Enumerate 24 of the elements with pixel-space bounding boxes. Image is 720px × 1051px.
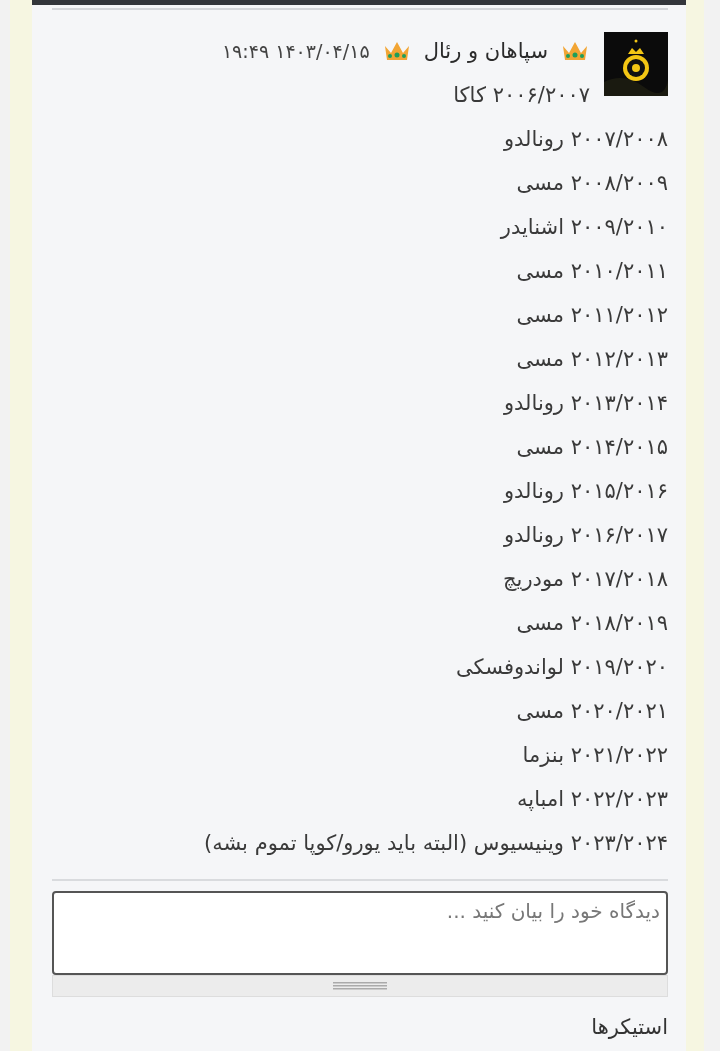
resize-handle[interactable] [52,975,668,997]
post-line: ۲۰۱۰/۲۰۱۱ مسی [516,258,668,285]
post-line: ۲۰۱۵/۲۰۱۶ رونالدو [503,478,668,505]
post-line: ۲۰۰۷/۲۰۰۸ رونالدو [503,126,668,153]
post-line: ۲۰۱۸/۲۰۱۹ مسی [516,610,668,637]
post-line: ۲۰۱۱/۲۰۱۲ مسی [516,302,668,329]
post-line: ۲۰۱۳/۲۰۱۴ رونالدو [503,390,668,417]
post-line: ۲۰۰۹/۲۰۱۰ اشنایدر [500,214,668,241]
author-name: سپاهان و رئال [423,39,548,63]
post-line: ۲۰۲۳/۲۰۲۴ وینیسیوس (البته باید یورو/کوپا تموم بشه) [203,830,668,857]
post-line: ۲۰۲۲/۲۰۲۳ امباپه [517,786,668,813]
post-line: ۲۰۱۲/۲۰۱۳ مسی [516,346,668,373]
post-date: ۱۴۰۳/۰۴/۱۵ ۱۹:۴۹ [221,40,370,62]
stickers-title: استیکرها [590,1015,668,1039]
post-line: ۲۰۲۰/۲۰۲۱ مسی [516,698,668,725]
post-line: ۲۰۰۶/۲۰۰۷ کاکا [453,82,590,109]
post-line: ۲۰۱۹/۲۰۲۰ لواندوفسکی [456,654,668,681]
post-line: ۲۰۱۷/۲۰۱۸ مودریچ [503,566,668,593]
post-line: ۲۰۱۶/۲۰۱۷ رونالدو [503,522,668,549]
grip-icon [333,982,387,990]
post-line: ۲۰۱۴/۲۰۱۵ مسی [516,434,668,461]
comment-field[interactable]: دیدگاه خود را بیان کنید ... [52,891,668,975]
post-line: ۲۰۲۱/۲۰۲۲ بنزما [522,742,668,769]
post-line: ۲۰۰۸/۲۰۰۹ مسی [516,170,668,197]
